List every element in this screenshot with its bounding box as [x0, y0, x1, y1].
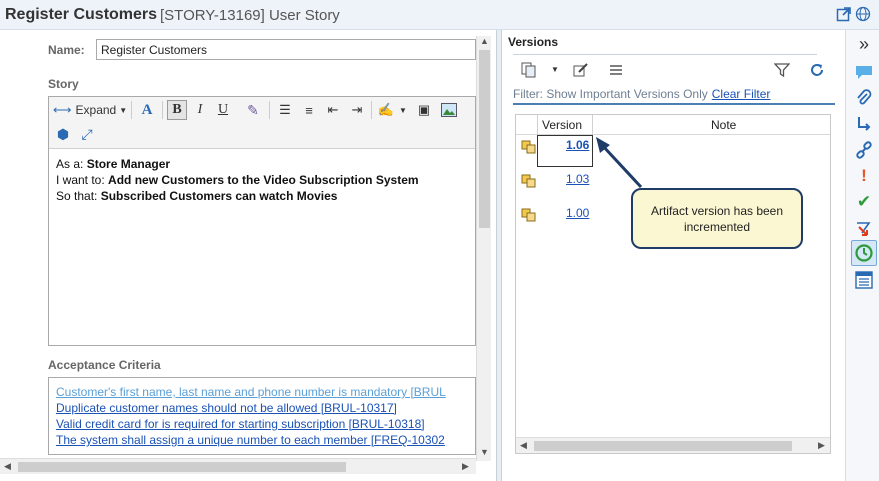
format-painter-icon[interactable]: ✎ [243, 100, 263, 120]
indent-icon[interactable]: ⇥ [347, 100, 367, 120]
story-line: So that: Subscribed Customers can watch … [56, 189, 338, 203]
filter-icon[interactable] [774, 62, 790, 78]
scroll-up-icon[interactable]: ▲ [480, 36, 489, 46]
scroll-thumb[interactable] [18, 462, 346, 472]
filter-text: Filter: Show Important Versions Only [513, 87, 708, 101]
versions-title: Versions [508, 35, 559, 49]
dropdown-arrow-icon[interactable]: ▼ [398, 100, 408, 120]
story-label: Story [48, 77, 79, 91]
edit-icon[interactable] [573, 62, 589, 78]
italic-button[interactable]: I [190, 100, 210, 120]
history-icon[interactable] [851, 240, 877, 266]
editor-toolbar: ⟷ Expand ▼ A B I U ✎ ☰ ≡ ⇤ ⇥ ✍ ▼ ▣ ⬢ ⤢ [49, 97, 475, 149]
scroll-left-icon[interactable]: ◀ [520, 440, 527, 451]
story-line: I want to: Add new Customers to the Vide… [56, 173, 419, 187]
name-field[interactable]: Register Customers [96, 39, 476, 60]
expand-button[interactable]: ⟷ Expand ▼ [53, 100, 127, 120]
menu-icon[interactable] [608, 62, 624, 78]
name-label: Name: [48, 43, 85, 57]
acceptance-criteria-link[interactable]: Customer's first name, last name and pho… [56, 384, 468, 400]
acceptance-criteria-link[interactable]: Valid credit card for is required for st… [56, 416, 468, 432]
attachment-icon[interactable] [854, 88, 874, 108]
acceptance-criteria-label: Acceptance Criteria [48, 358, 161, 372]
clear-filter-link[interactable]: Clear Filter [712, 87, 771, 101]
link-icon[interactable] [854, 140, 874, 160]
issue-exclamation-icon[interactable]: ! [854, 166, 874, 186]
scroll-left-icon[interactable]: ◀ [4, 461, 11, 472]
trace-arrow-icon[interactable] [854, 114, 874, 134]
scroll-thumb[interactable] [479, 50, 490, 228]
story-line: As a: Store Manager [56, 157, 171, 171]
title-bar: Register Customers [STORY-13169] User St… [0, 0, 879, 30]
acceptance-criteria-link[interactable]: The system shall assign a unique number … [56, 432, 468, 448]
image-icon[interactable] [439, 100, 459, 120]
expand-arrows-icon: ⟷ [52, 102, 72, 117]
scroll-thumb[interactable] [534, 441, 792, 451]
filter-divider [513, 103, 835, 105]
artifact-id-type: [STORY-13169] User Story [160, 7, 340, 24]
story-editor[interactable]: ⟷ Expand ▼ A B I U ✎ ☰ ≡ ⇤ ⇥ ✍ ▼ ▣ ⬢ ⤢ A… [48, 96, 476, 346]
collapse-double-chevron-icon[interactable]: » [854, 34, 874, 54]
versions-grid: Version Note 1.06 1.03 1.00 Artifact ver… [515, 114, 831, 454]
review-check-icon[interactable]: ✔ [854, 192, 874, 212]
artifact-details-pane: Name: Register Customers Story ⟷ Expand … [0, 30, 492, 481]
properties-list-icon[interactable] [854, 270, 874, 290]
font-style-icon[interactable]: A [136, 100, 158, 120]
versions-panel: Versions ▼ Filter: Show Important Versio… [503, 30, 845, 481]
bullet-list-icon[interactable]: ☰ [275, 100, 295, 120]
edit-note-icon[interactable]: ✍ [376, 100, 396, 120]
acceptance-criteria-list: Customer's first name, last name and pho… [48, 377, 476, 455]
copy-version-icon[interactable] [521, 62, 537, 78]
left-vertical-scrollbar[interactable]: ▲ ▼ [476, 36, 491, 461]
scroll-right-icon[interactable]: ▶ [462, 461, 469, 472]
underline-button[interactable]: U [213, 100, 233, 120]
open-external-icon[interactable] [836, 6, 852, 22]
comment-icon[interactable] [854, 62, 874, 82]
annotation-callout: Artifact version has been incremented [631, 188, 803, 249]
story-text: As a: Store Manager I want to: Add new C… [56, 156, 419, 204]
bold-button[interactable]: B [167, 100, 187, 120]
scroll-right-icon[interactable]: ▶ [818, 440, 825, 451]
refresh-icon[interactable] [808, 61, 826, 79]
acceptance-criteria-link[interactable]: Duplicate customer names should not be a… [56, 400, 468, 416]
filter-bar: Filter: Show Important Versions Only Clea… [513, 87, 770, 101]
right-sidebar: » ! ✔ [845, 30, 879, 481]
pane-splitter[interactable] [496, 30, 502, 481]
globe-icon[interactable] [855, 6, 871, 22]
dropdown-arrow-icon[interactable]: ▼ [551, 65, 559, 74]
numbered-list-icon[interactable]: ≡ [299, 100, 319, 120]
scroll-down-icon[interactable]: ▼ [480, 447, 489, 457]
left-horizontal-scrollbar[interactable]: ◀ ▶ [0, 458, 476, 474]
page-title: Register Customers [5, 6, 158, 23]
versions-toolbar: ▼ [513, 54, 823, 84]
fullscreen-icon[interactable]: ⤢ [77, 124, 97, 144]
dropdown-arrow-icon: ▼ [119, 105, 128, 115]
camera-icon[interactable]: ▣ [414, 100, 434, 120]
link-tool-icon[interactable]: ⬢ [53, 124, 73, 144]
outdent-icon[interactable]: ⇤ [323, 100, 343, 120]
traceability-red-arrow-icon[interactable] [854, 218, 874, 238]
versions-horizontal-scrollbar[interactable]: ◀ ▶ [516, 437, 830, 453]
